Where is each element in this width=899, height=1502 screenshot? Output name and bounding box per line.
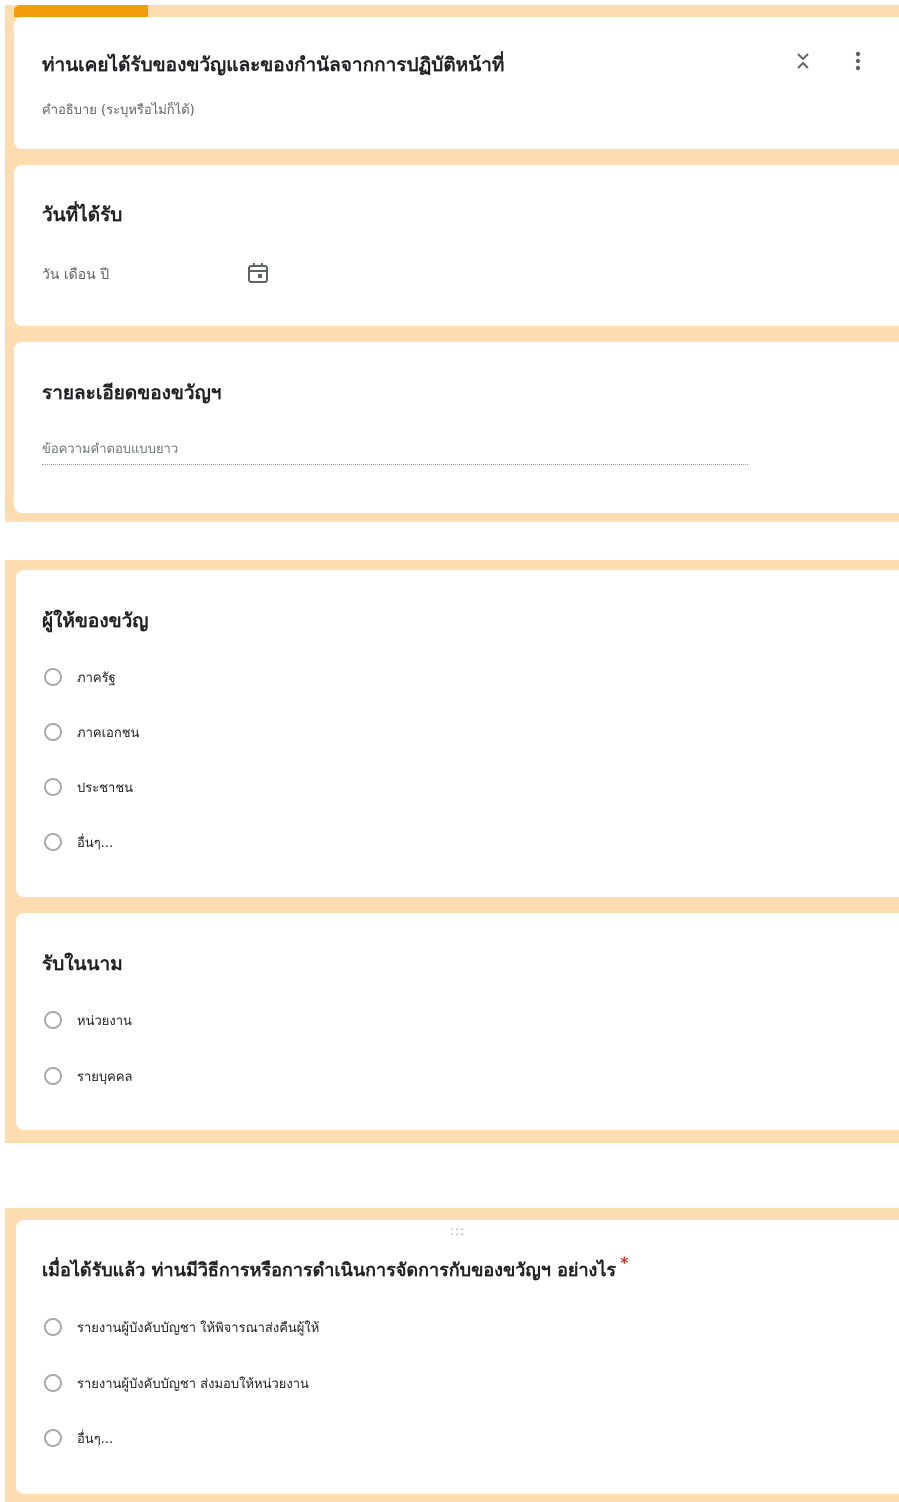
option-label: ประชาชน [77, 780, 134, 796]
option-label: ภาคเอกชน [77, 725, 140, 741]
option-label: หน่วยงาน [77, 1013, 132, 1029]
drag-handle-icon[interactable]: ::: [450, 1224, 465, 1238]
section-title[interactable]: ท่านเคยได้รับของขวัญและของกำนัลจากการปฏิ… [42, 50, 504, 80]
option-label: ภาครัฐ [77, 670, 116, 686]
radio-option-giver[interactable]: ภาคเอกชน [44, 720, 139, 744]
option-label: อื่นๆ... [77, 1431, 114, 1447]
radio-option-received-as[interactable]: หน่วยงาน [44, 1008, 132, 1032]
question-title-date: วันที่ได้รับ [42, 204, 123, 226]
question-title-action-text: เมื่อได้รับแล้ว ท่านมีวิธีการหรือการดำเน… [42, 1260, 617, 1281]
radio-option-giver[interactable]: ภาครัฐ [44, 665, 116, 689]
radio-button[interactable] [44, 1011, 62, 1029]
question-card-details[interactable] [14, 342, 899, 513]
collapse-section-icon [797, 53, 809, 69]
radio-option-action[interactable]: อื่นๆ... [44, 1426, 113, 1450]
more-vert-icon [855, 51, 861, 71]
calendar-icon [248, 263, 268, 283]
section-description[interactable]: คำอธิบาย (ระบุหรือไม่ก็ได้) [42, 99, 195, 120]
collapse-section-button[interactable] [789, 47, 817, 75]
radio-button[interactable] [44, 1318, 62, 1336]
more-options-button[interactable] [844, 47, 872, 75]
radio-option-action[interactable]: รายงานผู้บังคับบัญชา ส่งมอบให้หน่วยงาน [44, 1371, 309, 1395]
radio-button[interactable] [44, 668, 62, 686]
radio-option-received-as[interactable]: รายบุคคล [44, 1064, 133, 1088]
radio-button[interactable] [44, 723, 62, 741]
question-title-action: เมื่อได้รับแล้ว ท่านมีวิธีการหรือการดำเน… [42, 1253, 629, 1284]
long-answer-underline [42, 464, 748, 465]
option-label: รายงานผู้บังคับบัญชา ส่งมอบให้หน่วยงาน [77, 1376, 309, 1392]
question-title-giver: ผู้ให้ของขวัญ [42, 610, 149, 632]
required-asterisk: * [620, 1253, 629, 1272]
question-title-received-as: รับในนาม [42, 953, 123, 975]
radio-button[interactable] [44, 778, 62, 796]
radio-option-action[interactable]: รายงานผู้บังคับบัญชา ให้พิจารณาส่งคืนผู้… [44, 1315, 319, 1339]
question-card-date[interactable] [14, 165, 899, 326]
option-label: อื่นๆ... [77, 835, 114, 851]
section-accent-bar [14, 5, 148, 17]
section-header-card[interactable] [14, 17, 899, 149]
option-label: รายงานผู้บังคับบัญชา ให้พิจารณาส่งคืนผู้… [77, 1320, 320, 1336]
radio-button[interactable] [44, 1067, 62, 1085]
question-card-received-as[interactable] [16, 913, 899, 1130]
long-answer-input[interactable]: ข้อความคำตอบแบบยาว [42, 438, 178, 459]
radio-button[interactable] [44, 1429, 62, 1447]
option-label: รายบุคคล [77, 1069, 133, 1085]
radio-option-giver[interactable]: ประชาชน [44, 775, 133, 799]
radio-button[interactable] [44, 1374, 62, 1392]
radio-option-giver[interactable]: อื่นๆ... [44, 830, 113, 854]
question-title-details: รายละเอียดของขวัญฯ [42, 382, 222, 404]
calendar-button[interactable] [247, 262, 269, 284]
date-input[interactable]: วัน เดือน ปี [42, 264, 109, 286]
radio-button[interactable] [44, 833, 62, 851]
